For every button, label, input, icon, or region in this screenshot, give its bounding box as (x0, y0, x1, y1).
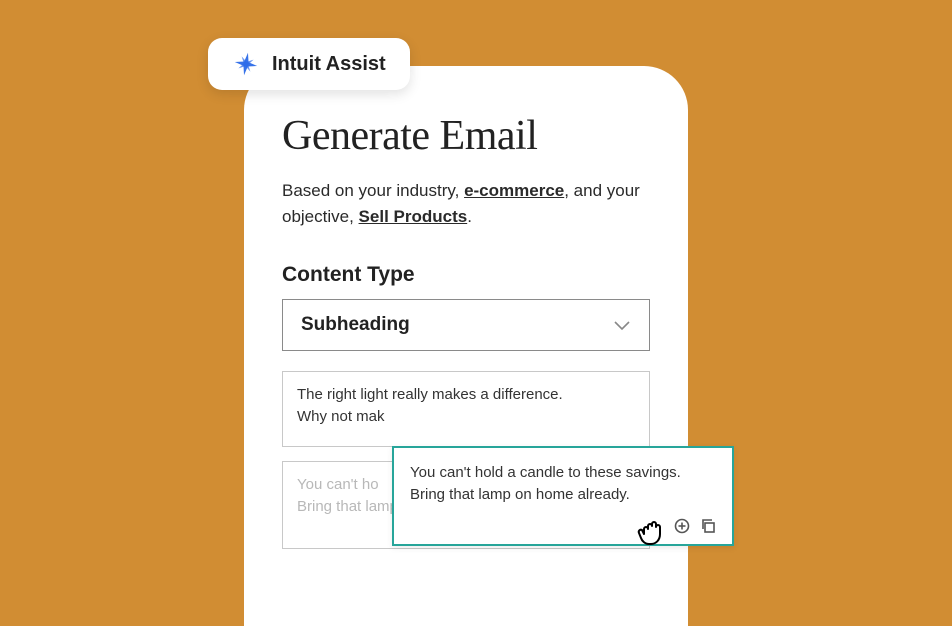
panel-title: Generate Email (282, 112, 650, 160)
context-prefix: Based on your industry, (282, 181, 464, 200)
dropdown-selected: Subheading (301, 314, 410, 336)
suggestion-line1: The right light really makes a differenc… (297, 384, 635, 406)
content-type-dropdown[interactable]: Subheading (282, 299, 650, 351)
assist-badge: Intuit Assist (208, 38, 410, 90)
grab-cursor-icon (636, 516, 670, 550)
suggestion-card[interactable]: The right light really makes a differenc… (282, 371, 650, 447)
objective-link[interactable]: Sell Products (359, 207, 468, 226)
tooltip-line1: You can't hold a candle to these savings… (410, 462, 716, 484)
plus-circle-icon[interactable] (674, 518, 690, 534)
suggestion-line2: Why not mak (297, 406, 635, 428)
chevron-down-icon (613, 319, 631, 331)
industry-link[interactable]: e-commerce (464, 181, 564, 200)
assist-badge-label: Intuit Assist (272, 53, 386, 76)
context-suffix: . (467, 207, 472, 226)
tooltip-line2: Bring that lamp on home already. (410, 484, 716, 506)
tooltip-actions (410, 518, 716, 534)
copy-icon[interactable] (700, 518, 716, 534)
sparkle-icon (232, 50, 260, 78)
dragged-suggestion-card[interactable]: You can't hold a candle to these savings… (392, 446, 734, 546)
context-text: Based on your industry, e-commerce, and … (282, 178, 650, 229)
content-type-label: Content Type (282, 263, 650, 287)
